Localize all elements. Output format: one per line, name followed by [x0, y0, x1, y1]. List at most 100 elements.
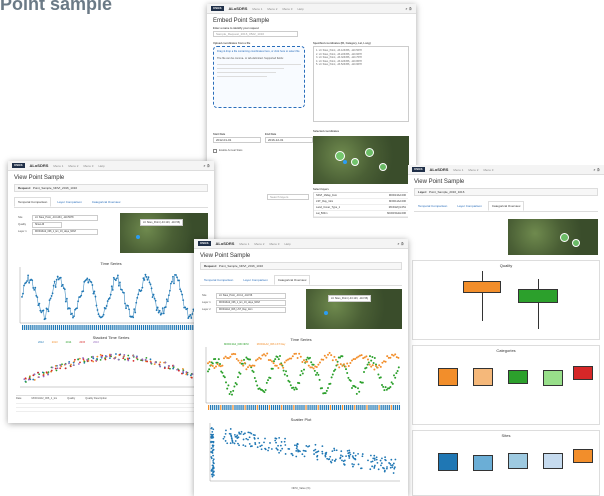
box-quality-1[interactable]	[463, 281, 501, 293]
tab-layer[interactable]: Layer Comparison	[453, 201, 486, 211]
nav-item[interactable]: Menu 1	[453, 168, 463, 172]
legend-entry[interactable]: 2012	[38, 341, 44, 344]
table-header[interactable]: MOD13A2_006_1_km	[31, 397, 57, 401]
coordinates-map[interactable]	[313, 136, 409, 184]
end-date-input[interactable]: 2016-12-31	[265, 137, 313, 143]
box-site-1[interactable]	[438, 453, 458, 471]
quality-tick	[319, 405, 321, 410]
quality-select[interactable]: Show All	[32, 222, 62, 228]
layer1-select[interactable]: MOD13A2_006_1_km_16_days_NDVI	[216, 300, 286, 306]
nav-item[interactable]: Menu 3	[269, 242, 279, 246]
start-date-input[interactable]: 2012-01-01	[213, 137, 261, 143]
box-site-2[interactable]	[473, 455, 493, 471]
legend-entry[interactable]: 2013	[52, 341, 58, 344]
annual-stats-checkbox[interactable]	[213, 149, 217, 153]
brand[interactable]: ALoSDRS	[229, 6, 248, 11]
file-drop-zone[interactable]: Drag & drop a file containing coordinate…	[213, 46, 305, 108]
table-header[interactable]: Date	[16, 397, 21, 401]
box-category-5[interactable]	[573, 366, 593, 380]
nav-item[interactable]: Menu 2	[468, 168, 478, 172]
nav-item[interactable]: Help	[284, 242, 290, 246]
tab-temporal[interactable]: Temporal Comparison	[14, 197, 52, 207]
layer-search-input[interactable]: Search layers	[267, 194, 309, 200]
request-bar[interactable]: Request: Point_Sample_NDVI_2016_1016	[200, 262, 402, 270]
stacked-time-series-chart[interactable]	[16, 347, 208, 391]
nav-item[interactable]: Menu 3	[83, 164, 93, 168]
map-marker[interactable]	[351, 158, 359, 166]
quality-tick	[321, 405, 323, 410]
tab-temporal[interactable]: Temporal Comparison	[414, 201, 451, 211]
map-marker[interactable]	[379, 163, 387, 171]
data-point	[240, 359, 243, 362]
nav-item[interactable]: Menu 2	[254, 242, 264, 246]
nav-item[interactable]: Menu 2	[68, 164, 78, 168]
legend-entry[interactable]: MOD13A2_006 NDVI	[224, 343, 249, 346]
nav-item[interactable]: Menu 3	[282, 7, 292, 11]
table-header[interactable]: Quality Description	[85, 397, 107, 401]
settings-icon[interactable]: ⌕ ⚙	[593, 167, 600, 172]
nav-item[interactable]: Menu 2	[267, 7, 277, 11]
nav-item[interactable]: Menu 1	[239, 242, 249, 246]
data-point	[269, 359, 272, 362]
tab-categorical[interactable]: Categorical Overview	[88, 197, 125, 207]
data-point	[360, 354, 363, 357]
box-category-4[interactable]	[543, 370, 563, 386]
time-series-chart[interactable]	[16, 267, 208, 331]
data-point	[96, 355, 99, 358]
legend-entry[interactable]: MOD11A2_006 LST Day	[257, 343, 285, 346]
site-map[interactable]	[508, 219, 598, 255]
nav-item[interactable]: Help	[297, 7, 303, 11]
request-bar[interactable]: Layer: Point_Sample_2016_1016	[414, 188, 598, 196]
nav-item[interactable]: Menu 1	[252, 7, 262, 11]
data-point	[369, 468, 372, 471]
box-site-4[interactable]	[543, 453, 563, 469]
box-site-5[interactable]	[573, 449, 593, 463]
box-quality-2[interactable]	[518, 289, 558, 303]
tab-categorical[interactable]: Categorical Overview	[487, 201, 525, 211]
legend-entry[interactable]: 2015	[79, 341, 85, 344]
map-marker[interactable]	[572, 239, 580, 247]
box-category-3[interactable]	[508, 370, 528, 384]
tab-temporal[interactable]: Temporal Comparison	[200, 275, 237, 285]
scatter-plot[interactable]	[202, 423, 402, 485]
map-marker[interactable]	[560, 233, 569, 242]
request-bar[interactable]: Request: Point_Sample_NDVI_2016_1016	[14, 184, 208, 192]
nav-item[interactable]: Help	[98, 164, 104, 168]
search-icon[interactable]: ⌕ ⚙	[405, 6, 412, 11]
map-pin[interactable]	[343, 160, 347, 164]
site-select[interactable]: LC Sites_Point_-43.12_-110.56	[216, 293, 286, 299]
map-pin[interactable]	[136, 235, 140, 239]
box-site-3[interactable]	[508, 453, 528, 469]
legend-entry[interactable]: 2016	[93, 341, 99, 344]
box-category-2[interactable]	[473, 368, 493, 386]
nav-item[interactable]: Menu 3	[483, 168, 493, 172]
map-marker[interactable]	[365, 148, 374, 157]
data-point	[334, 368, 337, 371]
layer2-select[interactable]: MOD11A2_006_LST_Day_1km	[216, 307, 286, 313]
tab-layer[interactable]: Layer Comparison	[239, 275, 272, 285]
coords-textarea[interactable]: 1. LC Sites_Point, -43.123456, -110.5678…	[313, 46, 409, 122]
brand[interactable]: ALoSDRS	[430, 167, 449, 172]
data-point	[257, 437, 260, 440]
tab-layer[interactable]: Layer Comparison	[53, 197, 86, 207]
tab-categorical[interactable]: Categorical Overview	[273, 275, 311, 285]
data-point	[210, 435, 213, 438]
layer-time-series-chart[interactable]	[202, 347, 402, 413]
layer-select[interactable]: MOD13A2_006_1_km_16_days_NDVI	[32, 229, 98, 235]
map-pin[interactable]	[324, 311, 328, 315]
search-icon[interactable]: ⌕ ⚙	[203, 163, 210, 168]
list-item[interactable]: Lai_500m MCD15A2H.006	[314, 211, 408, 217]
nav-item[interactable]: Menu 1	[53, 164, 63, 168]
legend-entry[interactable]: 2014	[66, 341, 72, 344]
search-icon[interactable]: ⌕ ⚙	[397, 241, 404, 246]
data-point	[222, 437, 225, 440]
data-point	[32, 378, 35, 381]
site-map[interactable]: LC Sites_Point (-43.123, -110.56)	[306, 289, 402, 329]
table-header[interactable]: Quality	[67, 397, 75, 401]
box-category-1[interactable]	[438, 368, 458, 386]
site-select[interactable]: LC Sites_Point_-43.1234_-110.5678	[32, 215, 98, 221]
name-input[interactable]: Sample_Request_2016_0522_1016	[213, 31, 298, 37]
data-point	[283, 373, 286, 376]
brand[interactable]: ALoSDRS	[30, 163, 49, 168]
brand[interactable]: ALoSDRS	[216, 241, 235, 246]
